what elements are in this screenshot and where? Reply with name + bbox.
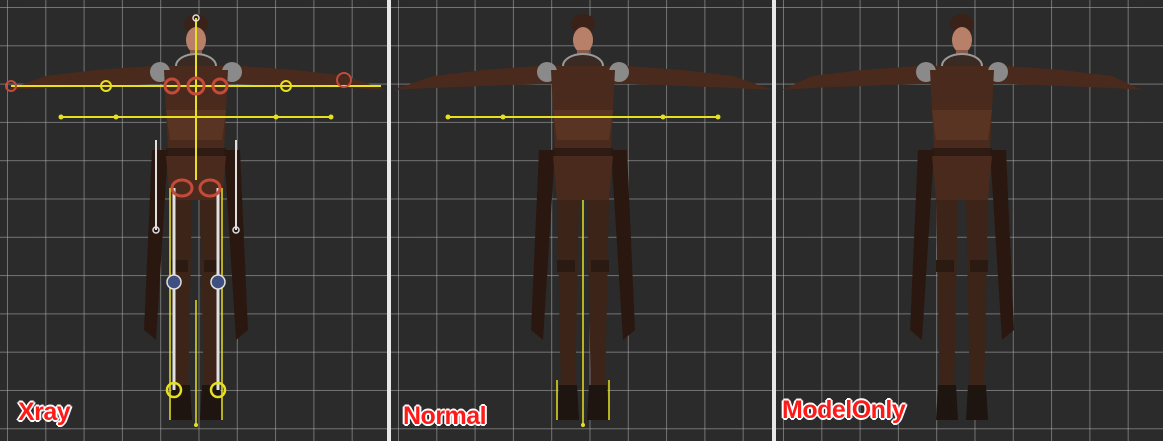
viewport-xray[interactable]: Xray [0,0,387,441]
viewport-label-xray: Xray [18,398,71,426]
viewport-model-only[interactable]: ModelOnly [776,0,1163,441]
viewport-label-model-only: ModelOnly [782,396,906,424]
t-pose-character [782,14,1142,420]
character-model-normal [393,14,772,427]
viewport-normal[interactable]: Normal [391,0,772,441]
character-model-model-only [782,14,1142,420]
viewport-label-normal: Normal [403,402,487,430]
character-model-xray [5,14,386,427]
